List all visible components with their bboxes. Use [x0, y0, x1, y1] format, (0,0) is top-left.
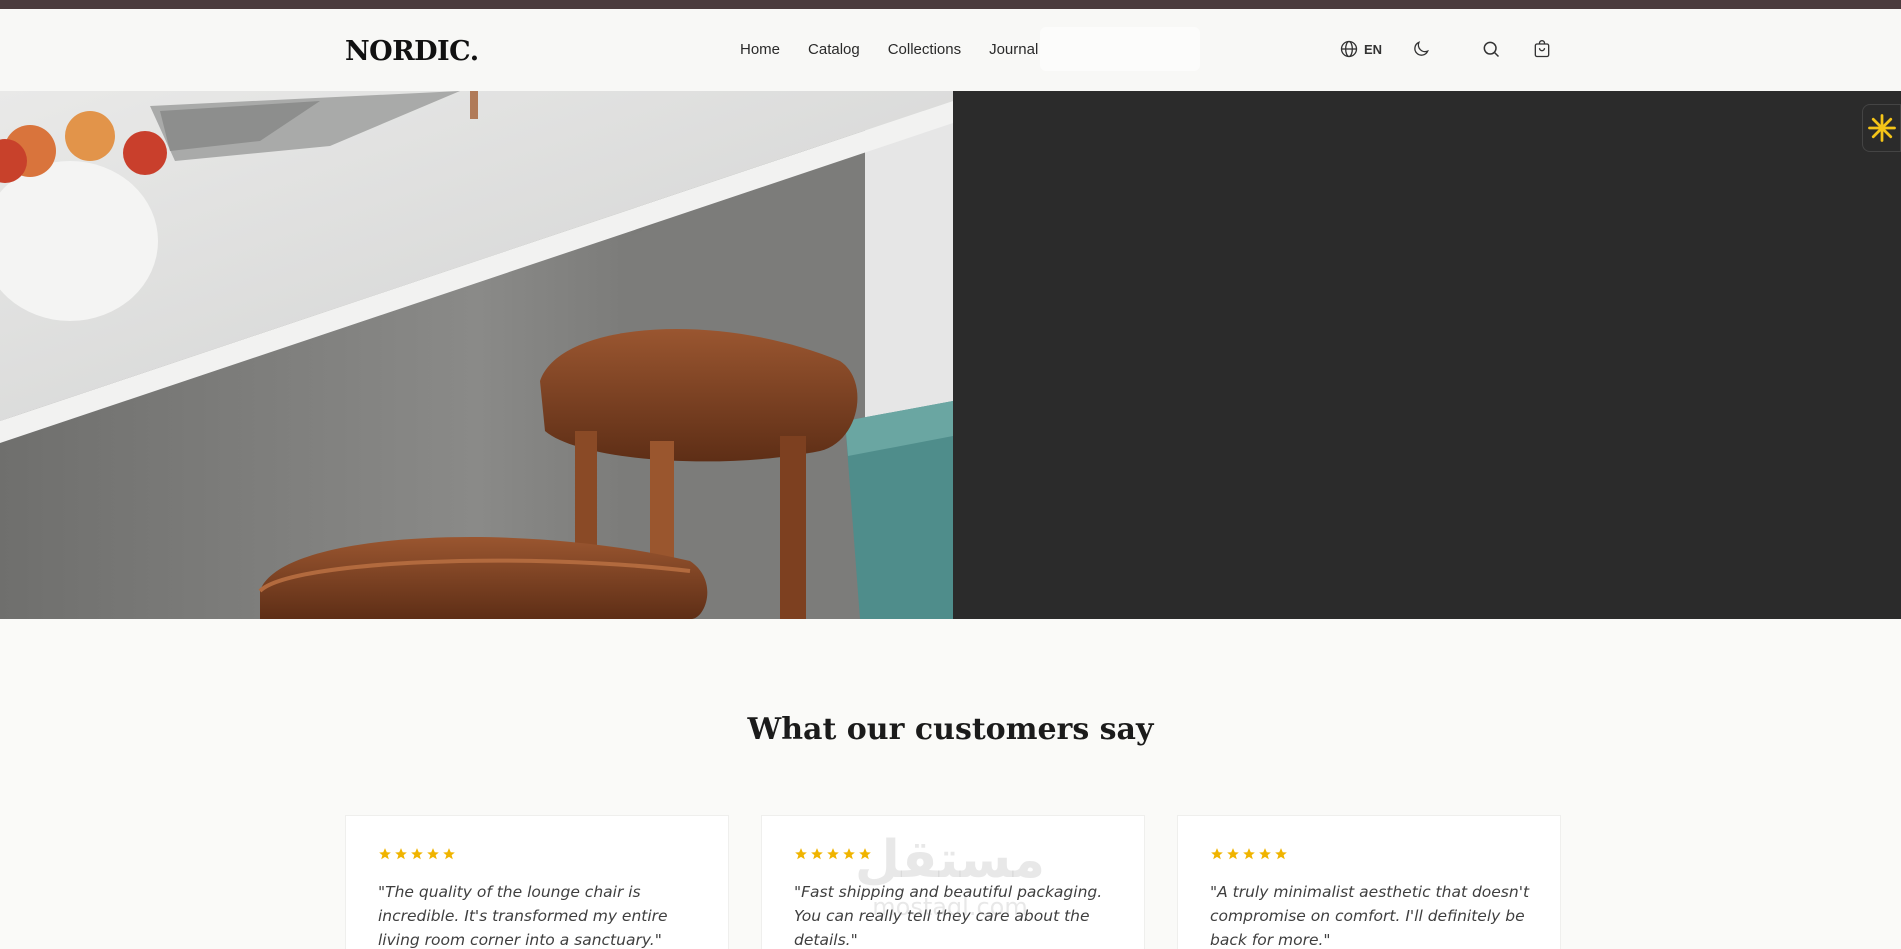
moon-icon[interactable]	[1410, 38, 1432, 60]
site-header: NORDIC. Home Catalog Collections Journal…	[0, 9, 1901, 91]
nav-link-journal[interactable]: Journal	[989, 41, 1038, 58]
star-icon	[795, 848, 807, 860]
globe-icon	[1338, 38, 1360, 60]
language-switcher[interactable]: EN	[1338, 38, 1382, 60]
testimonial-card: "The quality of the lounge chair is incr…	[345, 815, 729, 949]
testimonial-card: "Fast shipping and beautiful packaging. …	[761, 815, 1145, 949]
star-icon	[1275, 848, 1287, 860]
star-icon	[1211, 848, 1223, 860]
star-rating	[1210, 847, 1288, 861]
sparkle-icon[interactable]	[1862, 104, 1901, 152]
nav-link-catalog[interactable]: Catalog	[808, 41, 860, 58]
testimonial-quote: "The quality of the lounge chair is incr…	[378, 883, 668, 949]
testimonial-quote: "A truly minimalist aesthetic that doesn…	[1210, 883, 1530, 949]
star-icon	[827, 848, 839, 860]
star-icon	[811, 848, 823, 860]
testimonials-title: What our customers say	[747, 712, 1154, 747]
star-icon	[395, 848, 407, 860]
search-icon[interactable]	[1480, 38, 1502, 60]
site-logo[interactable]: NORDIC.	[345, 36, 479, 67]
star-icon	[1227, 848, 1239, 860]
testimonial-quote: "Fast shipping and beautiful packaging. …	[794, 883, 1103, 949]
star-icon	[1243, 848, 1255, 860]
star-icon	[859, 848, 871, 860]
star-icon	[411, 848, 423, 860]
hero-dark-panel	[953, 91, 1901, 619]
star-icon	[427, 848, 439, 860]
nav-link-collections[interactable]: Collections	[888, 41, 961, 58]
hero-banner	[0, 91, 1901, 619]
star-icon	[443, 848, 455, 860]
star-icon	[379, 848, 391, 860]
testimonial-card: "A truly minimalist aesthetic that doesn…	[1177, 815, 1561, 949]
language-label: EN	[1364, 41, 1383, 57]
shopping-bag-icon[interactable]	[1531, 38, 1553, 60]
hero-image	[0, 91, 953, 619]
star-icon	[843, 848, 855, 860]
main-nav: Home Catalog Collections Journal	[740, 41, 1066, 58]
star-rating	[794, 847, 872, 861]
top-accent-bar	[0, 0, 1901, 9]
nav-link-home[interactable]: Home	[740, 41, 780, 58]
star-icon	[1259, 848, 1271, 860]
star-rating	[378, 847, 456, 861]
